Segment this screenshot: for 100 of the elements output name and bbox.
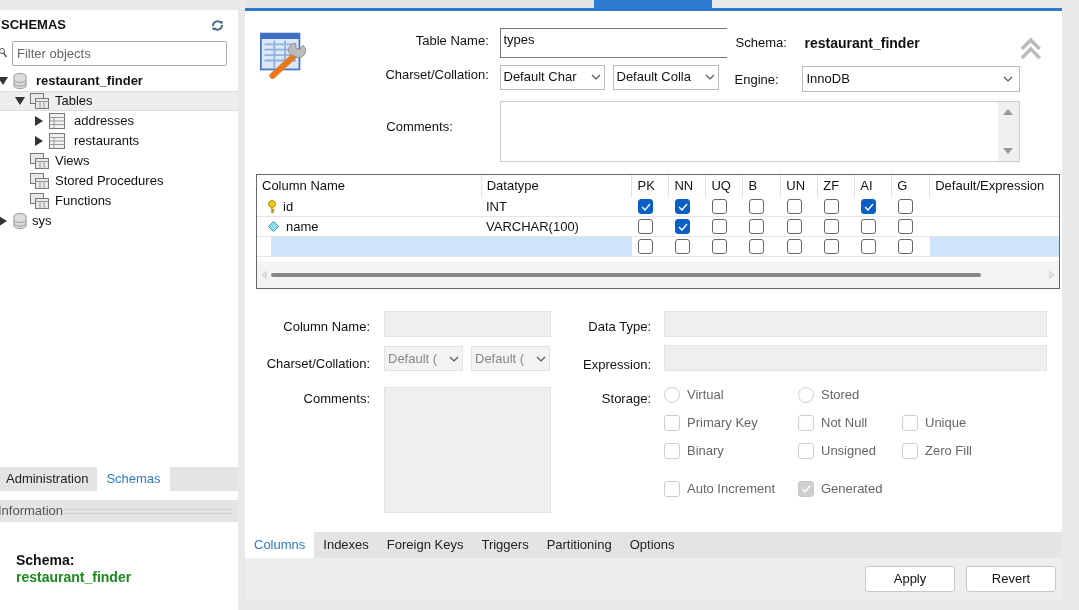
collapsed-arrow-icon[interactable] xyxy=(35,116,43,126)
checkbox[interactable] xyxy=(824,219,839,234)
editor-subtab[interactable]: Triggers xyxy=(472,532,538,558)
field-label: Charset/Collation: xyxy=(266,355,370,373)
checkbox[interactable] xyxy=(861,199,876,214)
charset-select[interactable]: Default Char xyxy=(499,64,605,90)
action-button[interactable]: Revert xyxy=(966,566,1056,592)
field-label: Schema: xyxy=(735,34,788,53)
information-header: Information xyxy=(0,500,238,522)
checkbox[interactable] xyxy=(749,219,764,234)
checkbox-option[interactable]: Unique xyxy=(902,414,1022,432)
checkbox[interactable] xyxy=(861,239,876,254)
expanded-arrow-icon[interactable] xyxy=(0,77,8,85)
refresh-icon[interactable] xyxy=(211,19,224,31)
tree-item[interactable]: restaurants xyxy=(0,131,238,151)
checkbox[interactable] xyxy=(712,219,727,234)
checkbox[interactable] xyxy=(787,219,802,234)
field-label: Comments: xyxy=(303,390,370,408)
grid-row[interactable]: name VARCHAR(100) xyxy=(257,217,1059,237)
comments-field[interactable] xyxy=(384,387,551,513)
chevron-down-icon xyxy=(1002,76,1013,82)
radio-option[interactable]: Stored xyxy=(798,386,902,404)
collation-select[interactable]: Default Colla xyxy=(612,64,719,90)
checkbox-option[interactable]: Zero Fill xyxy=(902,442,1022,460)
tree-item[interactable]: addresses xyxy=(0,111,238,131)
engine-select[interactable]: InnoDB xyxy=(801,66,1020,92)
table-icon xyxy=(49,113,65,129)
tree-item[interactable]: Stored Procedures xyxy=(0,171,238,191)
checkbox[interactable] xyxy=(712,239,727,254)
checkbox[interactable] xyxy=(638,199,653,214)
table-cell: id xyxy=(257,197,481,216)
tree-item[interactable]: sys xyxy=(0,211,238,231)
editor-subtab[interactable]: Partitioning xyxy=(537,532,621,558)
folder-tables-icon xyxy=(30,193,50,209)
checkbox[interactable] xyxy=(898,239,913,254)
checkbox[interactable] xyxy=(824,199,839,214)
collapsed-arrow-icon[interactable] xyxy=(35,136,43,146)
column-header[interactable]: Column Name xyxy=(257,175,481,197)
info-schema-name: restaurant_finder xyxy=(16,569,133,586)
checkbox[interactable] xyxy=(638,219,653,234)
radio-option[interactable]: Virtual xyxy=(664,386,798,404)
navigator-tab[interactable]: Administration xyxy=(0,467,98,491)
scrollbar-thumb[interactable] xyxy=(271,272,981,277)
tree-item[interactable]: restaurant_finder xyxy=(0,71,238,91)
checkbox[interactable] xyxy=(638,239,653,254)
field-label: Charset/Collation: xyxy=(385,66,489,84)
table-cell: name xyxy=(257,217,481,236)
checkbox[interactable] xyxy=(712,199,727,214)
checkbox[interactable] xyxy=(675,219,690,234)
chevron-down-icon xyxy=(704,74,715,80)
grid-row[interactable] xyxy=(257,237,1059,257)
check-icon xyxy=(640,202,651,211)
checkbox[interactable] xyxy=(898,199,913,214)
navigator-tab[interactable]: Schemas xyxy=(97,467,170,491)
database-icon xyxy=(13,73,27,89)
info-label: Schema: xyxy=(16,552,76,569)
checkbox[interactable] xyxy=(861,219,876,234)
editor-subtab[interactable]: Columns xyxy=(245,532,315,558)
tree-item[interactable]: Functions xyxy=(0,191,238,211)
field-label: Table Name: xyxy=(415,32,489,50)
checkbox[interactable] xyxy=(749,199,764,214)
data-type-field[interactable] xyxy=(664,311,1047,337)
checkbox[interactable] xyxy=(749,239,764,254)
table-name-field[interactable]: types xyxy=(499,28,727,58)
check-icon xyxy=(677,202,688,211)
field-label: Comments: xyxy=(386,118,454,136)
database-icon xyxy=(13,213,27,229)
tree-item[interactable]: Views xyxy=(0,151,238,171)
checkbox[interactable] xyxy=(675,239,690,254)
editor-subtab[interactable]: Options xyxy=(620,532,684,558)
action-button[interactable]: Apply xyxy=(865,566,955,592)
expression-field[interactable] xyxy=(664,345,1047,371)
tree-item[interactable]: Tables xyxy=(0,91,238,111)
collapsed-arrow-icon[interactable] xyxy=(0,216,7,226)
expanded-arrow-icon[interactable] xyxy=(15,97,25,105)
checkbox-option[interactable]: Primary Key xyxy=(664,414,798,432)
checkbox-option[interactable]: Auto Increment xyxy=(664,480,798,498)
checkbox-option[interactable]: Not Null xyxy=(798,414,902,432)
editor-subtab[interactable]: Indexes xyxy=(314,532,378,558)
checkbox-option[interactable]: Unsigned xyxy=(798,442,902,460)
checkbox-option[interactable]: Binary xyxy=(664,442,798,460)
checkbox[interactable] xyxy=(798,481,814,497)
checkbox[interactable] xyxy=(824,239,839,254)
field-label: Data Type: xyxy=(588,318,651,336)
folder-tables-icon xyxy=(30,173,50,189)
checkbox[interactable] xyxy=(898,219,913,234)
column-name-field[interactable] xyxy=(384,311,551,337)
grid-row[interactable]: id INT xyxy=(257,197,1059,217)
checkbox-option[interactable]: Generated xyxy=(798,480,902,498)
checkbox[interactable] xyxy=(675,199,690,214)
check-icon xyxy=(801,485,811,493)
key-icon xyxy=(268,200,276,213)
field-label: Storage: xyxy=(601,390,651,408)
table-cell-text: INT xyxy=(485,197,508,216)
filter-field[interactable]: Filter objects xyxy=(12,40,227,66)
editor-subtab[interactable]: Foreign Keys xyxy=(377,532,473,558)
checkbox[interactable] xyxy=(787,239,802,254)
field-label: Engine: xyxy=(734,71,780,90)
chevron-down-icon xyxy=(449,355,459,362)
checkbox[interactable] xyxy=(787,199,802,214)
